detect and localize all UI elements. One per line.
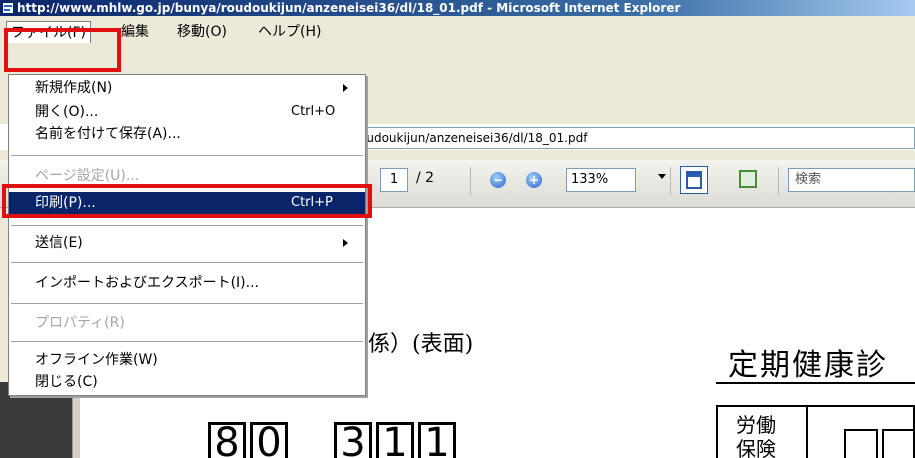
ie-window-icon[interactable] bbox=[2, 2, 14, 14]
menu-item-new[interactable]: 新規作成(N) bbox=[9, 77, 365, 99]
menu-help[interactable]: ヘルプ(H) bbox=[254, 21, 325, 43]
title-bar: http://www.mhlw.go.jp/bunya/roudoukijun/… bbox=[0, 0, 915, 16]
menu-item-properties: プロパティ(R) bbox=[35, 315, 125, 331]
zoom-select[interactable]: 133% bbox=[566, 168, 636, 192]
search-input[interactable]: 検索 bbox=[788, 168, 915, 192]
zoom-out-icon[interactable]: − bbox=[490, 172, 506, 188]
form-table: 労働保険 bbox=[716, 405, 915, 458]
document-heading-right: 定期健康診 bbox=[728, 348, 888, 383]
zoom-value: 133% bbox=[571, 172, 609, 187]
menu-item-print[interactable]: 印刷(P)... Ctrl+P bbox=[9, 192, 365, 214]
fit-width-icon[interactable] bbox=[680, 166, 708, 194]
menu-divider bbox=[11, 262, 363, 264]
digit-box: 0 bbox=[250, 422, 288, 458]
menu-divider bbox=[11, 341, 363, 343]
form-table-label-cell: 労働保険 bbox=[718, 407, 808, 458]
submenu-arrow-icon bbox=[343, 239, 348, 247]
menu-bar: ファイル(F) 編集 移動(O) ヘルプ(H) bbox=[0, 16, 915, 74]
shortcut-label: Ctrl+P bbox=[291, 195, 333, 210]
toolbar-divider bbox=[778, 167, 779, 195]
zoom-in-icon[interactable]: + bbox=[526, 172, 542, 188]
menu-file[interactable]: ファイル(F) bbox=[6, 21, 91, 43]
menu-go[interactable]: 移動(O) bbox=[173, 21, 231, 43]
menu-divider bbox=[11, 155, 363, 157]
menu-item-close[interactable]: 閉じる(C) bbox=[9, 371, 365, 393]
form-table-box bbox=[882, 429, 915, 458]
digit-box: 3 bbox=[334, 422, 372, 458]
menu-item-send[interactable]: 送信(E) bbox=[9, 232, 365, 254]
menu-edit[interactable]: 編集 bbox=[117, 21, 153, 43]
fit-page-icon[interactable] bbox=[734, 166, 762, 194]
window-title: http://www.mhlw.go.jp/bunya/roudoukijun/… bbox=[17, 1, 681, 15]
page-total: / 2 bbox=[416, 170, 435, 186]
file-menu-dropdown: 新規作成(N) 開く(O)... Ctrl+O 名前を付けて保存(A)... ペ… bbox=[8, 74, 366, 396]
heading-underline bbox=[716, 382, 915, 384]
digit-box: 1 bbox=[376, 422, 414, 458]
toolbar-divider bbox=[670, 167, 671, 195]
menu-item-import-export[interactable]: インポートおよびエクスポート(I)... bbox=[9, 272, 365, 294]
digit-box: 8 bbox=[208, 422, 246, 458]
menu-item-work-offline[interactable]: オフライン作業(W) bbox=[9, 349, 365, 371]
menu-divider bbox=[11, 225, 363, 227]
address-input[interactable]: oudoukijun/anzeneisei36/dl/18_01.pdf bbox=[356, 127, 915, 149]
digit-box: 1 bbox=[418, 422, 456, 458]
zoom-dropdown-arrow-icon[interactable] bbox=[658, 174, 666, 179]
form-table-label: 労働保険 bbox=[736, 413, 776, 458]
menu-item-open[interactable]: 開く(O)... Ctrl+O bbox=[9, 101, 365, 123]
menu-item-save-as[interactable]: 名前を付けて保存(A)... bbox=[9, 123, 365, 145]
form-table-box bbox=[844, 429, 878, 458]
toolbar-divider bbox=[470, 167, 471, 195]
menu-item-page-setup: ページ設定(U)... bbox=[35, 168, 140, 184]
shortcut-label: Ctrl+O bbox=[291, 104, 336, 119]
page-number-input[interactable]: 1 bbox=[380, 168, 408, 192]
menu-divider bbox=[11, 303, 363, 305]
submenu-arrow-icon bbox=[343, 84, 348, 92]
